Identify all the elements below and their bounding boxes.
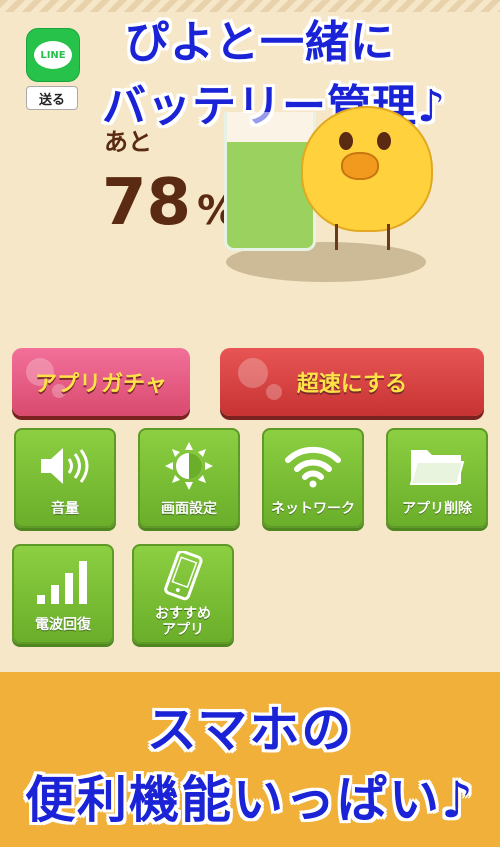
app-gacha-label: アプリガチャ [35,372,167,397]
speedup-button[interactable]: 超速にする [220,348,484,416]
chick-mascot-icon [301,106,441,256]
smartphone-icon [134,550,232,602]
tool-recommended-apps-label: おすすめ アプリ [134,606,232,638]
footer-line2: 便利機能いっぱい♪ [25,771,475,829]
brightness-icon [140,440,238,492]
tool-signal-recovery-label: 電波回復 [35,617,91,633]
speaker-icon [16,440,114,492]
tool-network-label: ネットワーク [271,501,355,517]
tool-display-label: 画面設定 [161,501,217,517]
tool-recommended-apps-label-line2: アプリ [162,622,204,638]
signal-bars-icon [14,556,112,608]
speedup-label: 超速にする [296,372,408,397]
battery-percent: 78% [102,166,237,240]
app-gacha-button[interactable]: アプリガチャ [12,348,190,416]
tool-signal-recovery[interactable]: 電波回復 [12,544,114,644]
folder-icon [388,440,486,492]
footer-line1: スマホの [146,701,354,759]
tool-network[interactable]: ネットワーク [262,428,364,528]
remaining-label: あと [104,128,152,156]
headline-line1: ぴよと一緒に [125,17,395,68]
tool-app-delete[interactable]: アプリ削除 [386,428,488,528]
wifi-icon [264,440,362,492]
tool-volume-label: 音量 [51,501,79,517]
line-share-button[interactable]: LINE 送る [26,28,80,110]
send-label: 送る [26,86,78,110]
line-logo-text: LINE [34,41,72,69]
tool-volume[interactable]: 音量 [14,428,116,528]
tool-recommended-apps-label-line1: おすすめ [155,606,211,622]
battery-level: 78 [102,166,192,240]
tool-recommended-apps[interactable]: おすすめ アプリ [132,544,234,644]
battery-panel: あと 78% [96,106,456,302]
tool-app-delete-label: アプリ削除 [402,501,472,517]
tool-display[interactable]: 画面設定 [138,428,240,528]
line-logo-icon: LINE [26,28,80,82]
